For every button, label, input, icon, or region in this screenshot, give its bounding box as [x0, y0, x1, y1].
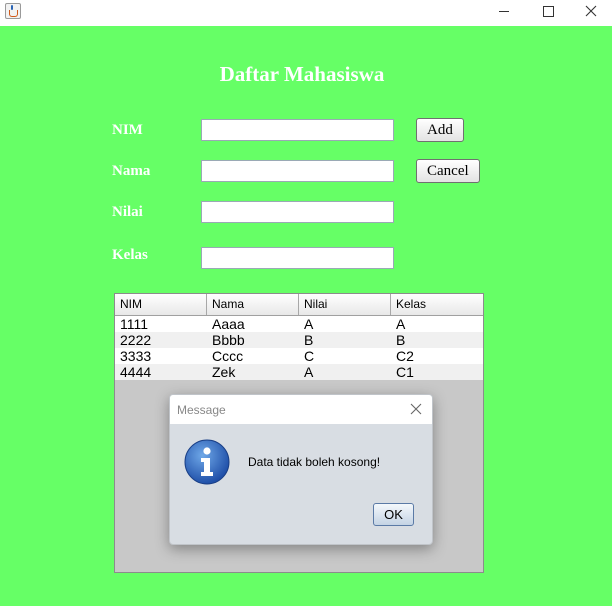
column-header-kelas[interactable]: Kelas: [391, 294, 483, 315]
add-button[interactable]: Add: [416, 118, 464, 142]
close-icon[interactable]: [409, 402, 423, 416]
minimize-button[interactable]: [482, 0, 526, 24]
table-row[interactable]: 3333 Cccc C C2: [115, 348, 483, 364]
dialog-title: Message: [177, 403, 226, 417]
table-row[interactable]: 2222 Bbbb B B: [115, 332, 483, 348]
main-panel: Daftar Mahasiswa NIM Add Nama Cancel Nil…: [0, 26, 612, 606]
nilai-label: Nilai: [112, 204, 143, 220]
table-cell: A: [396, 316, 406, 332]
table-cell: C2: [396, 348, 414, 364]
table-row[interactable]: 4444 Zek A C1: [115, 364, 483, 380]
column-header-nim[interactable]: NIM: [115, 294, 207, 315]
kelas-field[interactable]: [201, 247, 394, 269]
kelas-label: Kelas: [112, 247, 148, 263]
table-cell: 4444: [120, 364, 152, 380]
table-header: NIM Nama Nilai Kelas: [115, 294, 483, 316]
cancel-button[interactable]: Cancel: [416, 159, 480, 183]
table-cell: Zek: [212, 364, 236, 380]
info-icon: [184, 439, 230, 485]
table-body: 1111 Aaaa A A 2222 Bbbb B B 3333 Cccc C …: [115, 316, 483, 380]
table-cell: 3333: [120, 348, 152, 364]
table-cell: B: [396, 332, 406, 348]
ok-button[interactable]: OK: [373, 503, 414, 526]
table-cell: 2222: [120, 332, 152, 348]
table-cell: C: [304, 348, 315, 364]
maximize-icon: [543, 6, 554, 17]
java-cup-icon: [5, 3, 21, 19]
window-titlebar: [0, 0, 612, 26]
column-header-nilai[interactable]: Nilai: [299, 294, 391, 315]
table-cell: A: [304, 316, 314, 332]
nilai-field[interactable]: [201, 201, 394, 223]
table-cell: A: [304, 364, 314, 380]
maximize-button[interactable]: [526, 0, 570, 24]
message-dialog: Message Data tidak boleh kosong! OK: [169, 394, 433, 545]
table-row[interactable]: 1111 Aaaa A A: [115, 316, 483, 332]
column-header-nama[interactable]: Nama: [207, 294, 299, 315]
table-cell: Bbbb: [212, 332, 245, 348]
page-title: Daftar Mahasiswa: [219, 62, 385, 86]
nim-label: NIM: [112, 122, 143, 138]
table-cell: 1111: [120, 316, 149, 332]
table-cell: Aaaa: [212, 316, 245, 332]
table-cell: C1: [396, 364, 414, 380]
close-window-button[interactable]: [568, 0, 612, 24]
close-icon: [585, 5, 597, 17]
table-cell: Cccc: [212, 348, 244, 364]
minimize-icon: [499, 11, 509, 12]
dialog-message: Data tidak boleh kosong!: [248, 455, 381, 469]
table-cell: B: [304, 332, 314, 348]
nama-label: Nama: [112, 163, 151, 179]
nama-field[interactable]: [201, 160, 394, 182]
dialog-titlebar: Message: [170, 395, 432, 424]
nim-field[interactable]: [201, 119, 394, 141]
